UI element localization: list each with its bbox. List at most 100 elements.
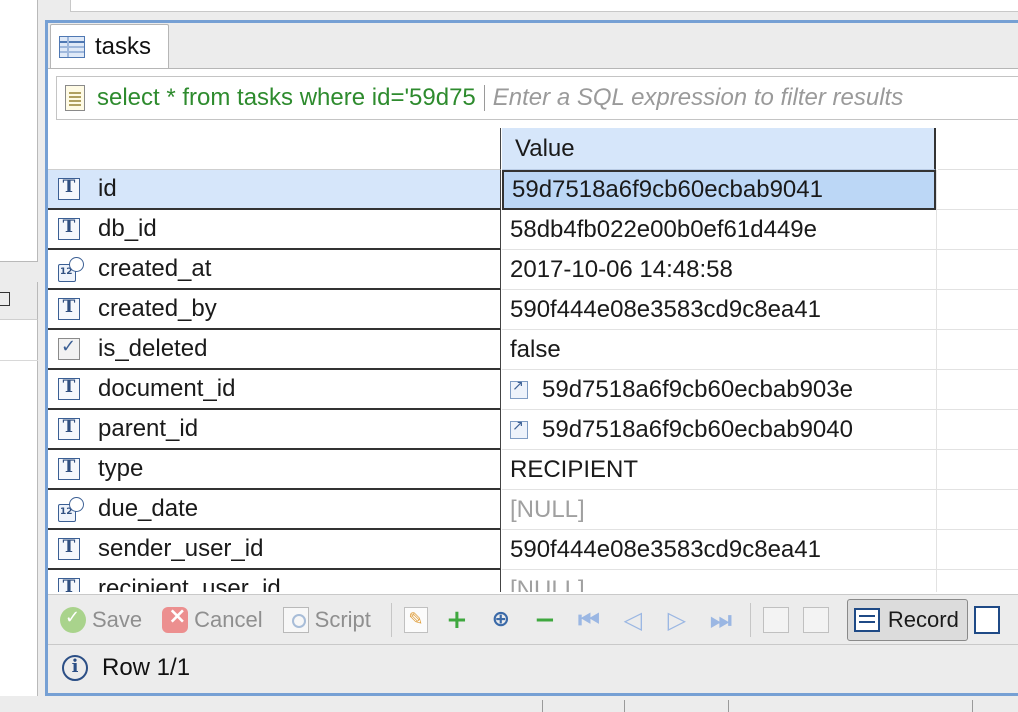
text-type-icon — [58, 577, 80, 592]
bottom-status-strip — [0, 696, 1018, 712]
table-row[interactable]: created_at 2017-10-06 14:48:58 — [48, 250, 1018, 290]
cancel-label: Cancel — [194, 606, 263, 632]
attribute-value-cell[interactable]: 590f444e08e3583cd9c8ea41 — [502, 530, 936, 570]
attribute-name-cell[interactable]: document_id — [48, 370, 501, 410]
record-grid[interactable]: Value id 59d7518a6f9cb60ecbab9041 db_id 58d… — [48, 128, 1018, 592]
attribute-name: recipient_user_id — [98, 575, 281, 592]
attribute-name: is_deleted — [98, 335, 208, 362]
attribute-value-cell[interactable]: 590f444e08e3583cd9c8ea41 — [502, 290, 936, 330]
bottom-divider — [542, 700, 543, 712]
attribute-name: parent_id — [98, 415, 199, 442]
fetch-all-icon[interactable] — [802, 606, 829, 633]
delete-row-icon[interactable]: − — [530, 605, 560, 635]
attribute-value-cell[interactable]: [NULL] — [502, 570, 936, 593]
attribute-name: sender_user_id — [98, 535, 264, 562]
attribute-value: 59d7518a6f9cb60ecbab9040 — [542, 415, 853, 443]
save-label: Save — [92, 606, 143, 632]
row-filler — [936, 490, 1018, 530]
link-icon[interactable] — [510, 418, 528, 439]
attribute-value: [NULL] — [510, 575, 585, 593]
toolbar-separator — [749, 602, 751, 637]
attribute-value-cell[interactable]: 2017-10-06 14:48:58 — [502, 250, 936, 290]
attribute-value-cell[interactable]: 58db4fb022e00b0ef61d449e — [502, 210, 936, 250]
attribute-name-cell[interactable]: due_date — [48, 490, 501, 530]
boolean-type-icon — [58, 336, 80, 360]
column-header-value[interactable]: Value — [502, 128, 936, 170]
attribute-name-cell[interactable]: db_id — [48, 210, 501, 250]
row-filler — [936, 170, 1018, 210]
attribute-name-cell[interactable]: sender_user_id — [48, 530, 501, 570]
last-row-icon[interactable]: ⏭ — [706, 605, 736, 635]
restore-icon[interactable] — [0, 292, 10, 306]
text-type-icon — [58, 377, 80, 400]
save-button[interactable]: Save — [60, 606, 143, 633]
attribute-name-cell[interactable]: id — [48, 170, 501, 210]
attribute-name: document_id — [98, 375, 236, 402]
filter-input[interactable]: Enter a SQL expression to filter results — [493, 84, 903, 112]
row-filler — [936, 450, 1018, 490]
row-filler — [936, 210, 1018, 250]
attribute-value-cell[interactable]: false — [502, 330, 936, 370]
tab-tasks[interactable]: tasks — [50, 24, 169, 68]
row-filler — [936, 250, 1018, 290]
attribute-name-cell[interactable]: parent_id — [48, 410, 501, 450]
edit-icon[interactable] — [403, 606, 428, 633]
attribute-value-cell[interactable]: 59d7518a6f9cb60ecbab9041 — [502, 170, 936, 210]
left-middle-pane — [0, 282, 38, 712]
attribute-value: false — [510, 335, 561, 363]
attribute-value-cell[interactable]: 59d7518a6f9cb60ecbab903e — [502, 370, 936, 410]
row-filler — [936, 570, 1018, 592]
grid-mode-icon[interactable] — [973, 605, 1000, 634]
attribute-name-cell[interactable]: is_deleted — [48, 330, 501, 370]
table-row[interactable]: db_id 58db4fb022e00b0ef61d449e — [48, 210, 1018, 250]
script-button[interactable]: Script — [282, 606, 371, 633]
grid-rows: id 59d7518a6f9cb60ecbab9041 db_id 58db4fb02… — [48, 170, 1018, 592]
attribute-name-cell[interactable]: created_by — [48, 290, 501, 330]
link-icon[interactable] — [510, 378, 528, 399]
filter-bar[interactable]: select * from tasks where id='59d75 Ente… — [56, 76, 1018, 120]
cancel-button[interactable]: Cancel — [162, 604, 263, 633]
attribute-name-cell[interactable]: created_at — [48, 250, 501, 290]
attribute-name: due_date — [98, 495, 199, 522]
table-row[interactable]: sender_user_id 590f444e08e3583cd9c8ea41 — [48, 530, 1018, 570]
table-row[interactable]: is_deleted false — [48, 330, 1018, 370]
text-type-icon — [58, 537, 80, 560]
attribute-name: type — [98, 455, 144, 482]
attribute-value: 59d7518a6f9cb60ecbab9041 — [512, 176, 823, 203]
attribute-name-cell[interactable]: recipient_user_id — [48, 570, 501, 592]
column-header-filler — [938, 128, 1018, 170]
attribute-name: created_at — [98, 255, 212, 282]
table-row[interactable]: recipient_user_id [NULL] — [48, 570, 1018, 592]
table-row[interactable]: type RECIPIENT — [48, 450, 1018, 490]
table-icon — [59, 35, 85, 58]
attribute-value-cell[interactable]: [NULL] — [502, 490, 936, 530]
attribute-value-cell[interactable]: RECIPIENT — [502, 450, 936, 490]
sql-document-icon — [65, 85, 85, 111]
filter-query-text[interactable]: select * from tasks where id='59d75 — [97, 84, 476, 112]
attribute-name-cell[interactable]: type — [48, 450, 501, 490]
top-panel — [70, 0, 1018, 12]
table-row[interactable]: id 59d7518a6f9cb60ecbab9041 — [48, 170, 1018, 210]
table-row[interactable]: parent_id 59d7518a6f9cb60ecbab9040 — [48, 410, 1018, 450]
record-icon — [853, 607, 880, 632]
fetch-page-icon[interactable] — [762, 606, 789, 633]
table-row[interactable]: due_date [NULL] — [48, 490, 1018, 530]
row-filler — [936, 410, 1018, 450]
column-header-name[interactable] — [48, 128, 501, 170]
attribute-name: created_by — [98, 295, 217, 322]
first-row-icon[interactable]: ⏮ — [574, 605, 604, 635]
table-row[interactable]: created_by 590f444e08e3583cd9c8ea41 — [48, 290, 1018, 330]
next-row-icon[interactable]: ▷ — [662, 605, 692, 635]
copy-row-icon[interactable]: ⊕ — [486, 605, 516, 635]
attribute-value-cell[interactable]: 59d7518a6f9cb60ecbab9040 — [502, 410, 936, 450]
script-icon — [282, 606, 309, 633]
record-mode-button[interactable]: Record — [846, 598, 968, 641]
attribute-value: 590f444e08e3583cd9c8ea41 — [510, 535, 821, 563]
tab-label: tasks — [95, 32, 152, 60]
row-filler — [936, 290, 1018, 330]
attribute-value: 59d7518a6f9cb60ecbab903e — [542, 375, 853, 403]
text-type-icon — [58, 297, 80, 320]
previous-row-icon[interactable]: ◁ — [618, 605, 648, 635]
add-row-icon[interactable]: + — [442, 605, 472, 635]
table-row[interactable]: document_id 59d7518a6f9cb60ecbab903e — [48, 370, 1018, 410]
